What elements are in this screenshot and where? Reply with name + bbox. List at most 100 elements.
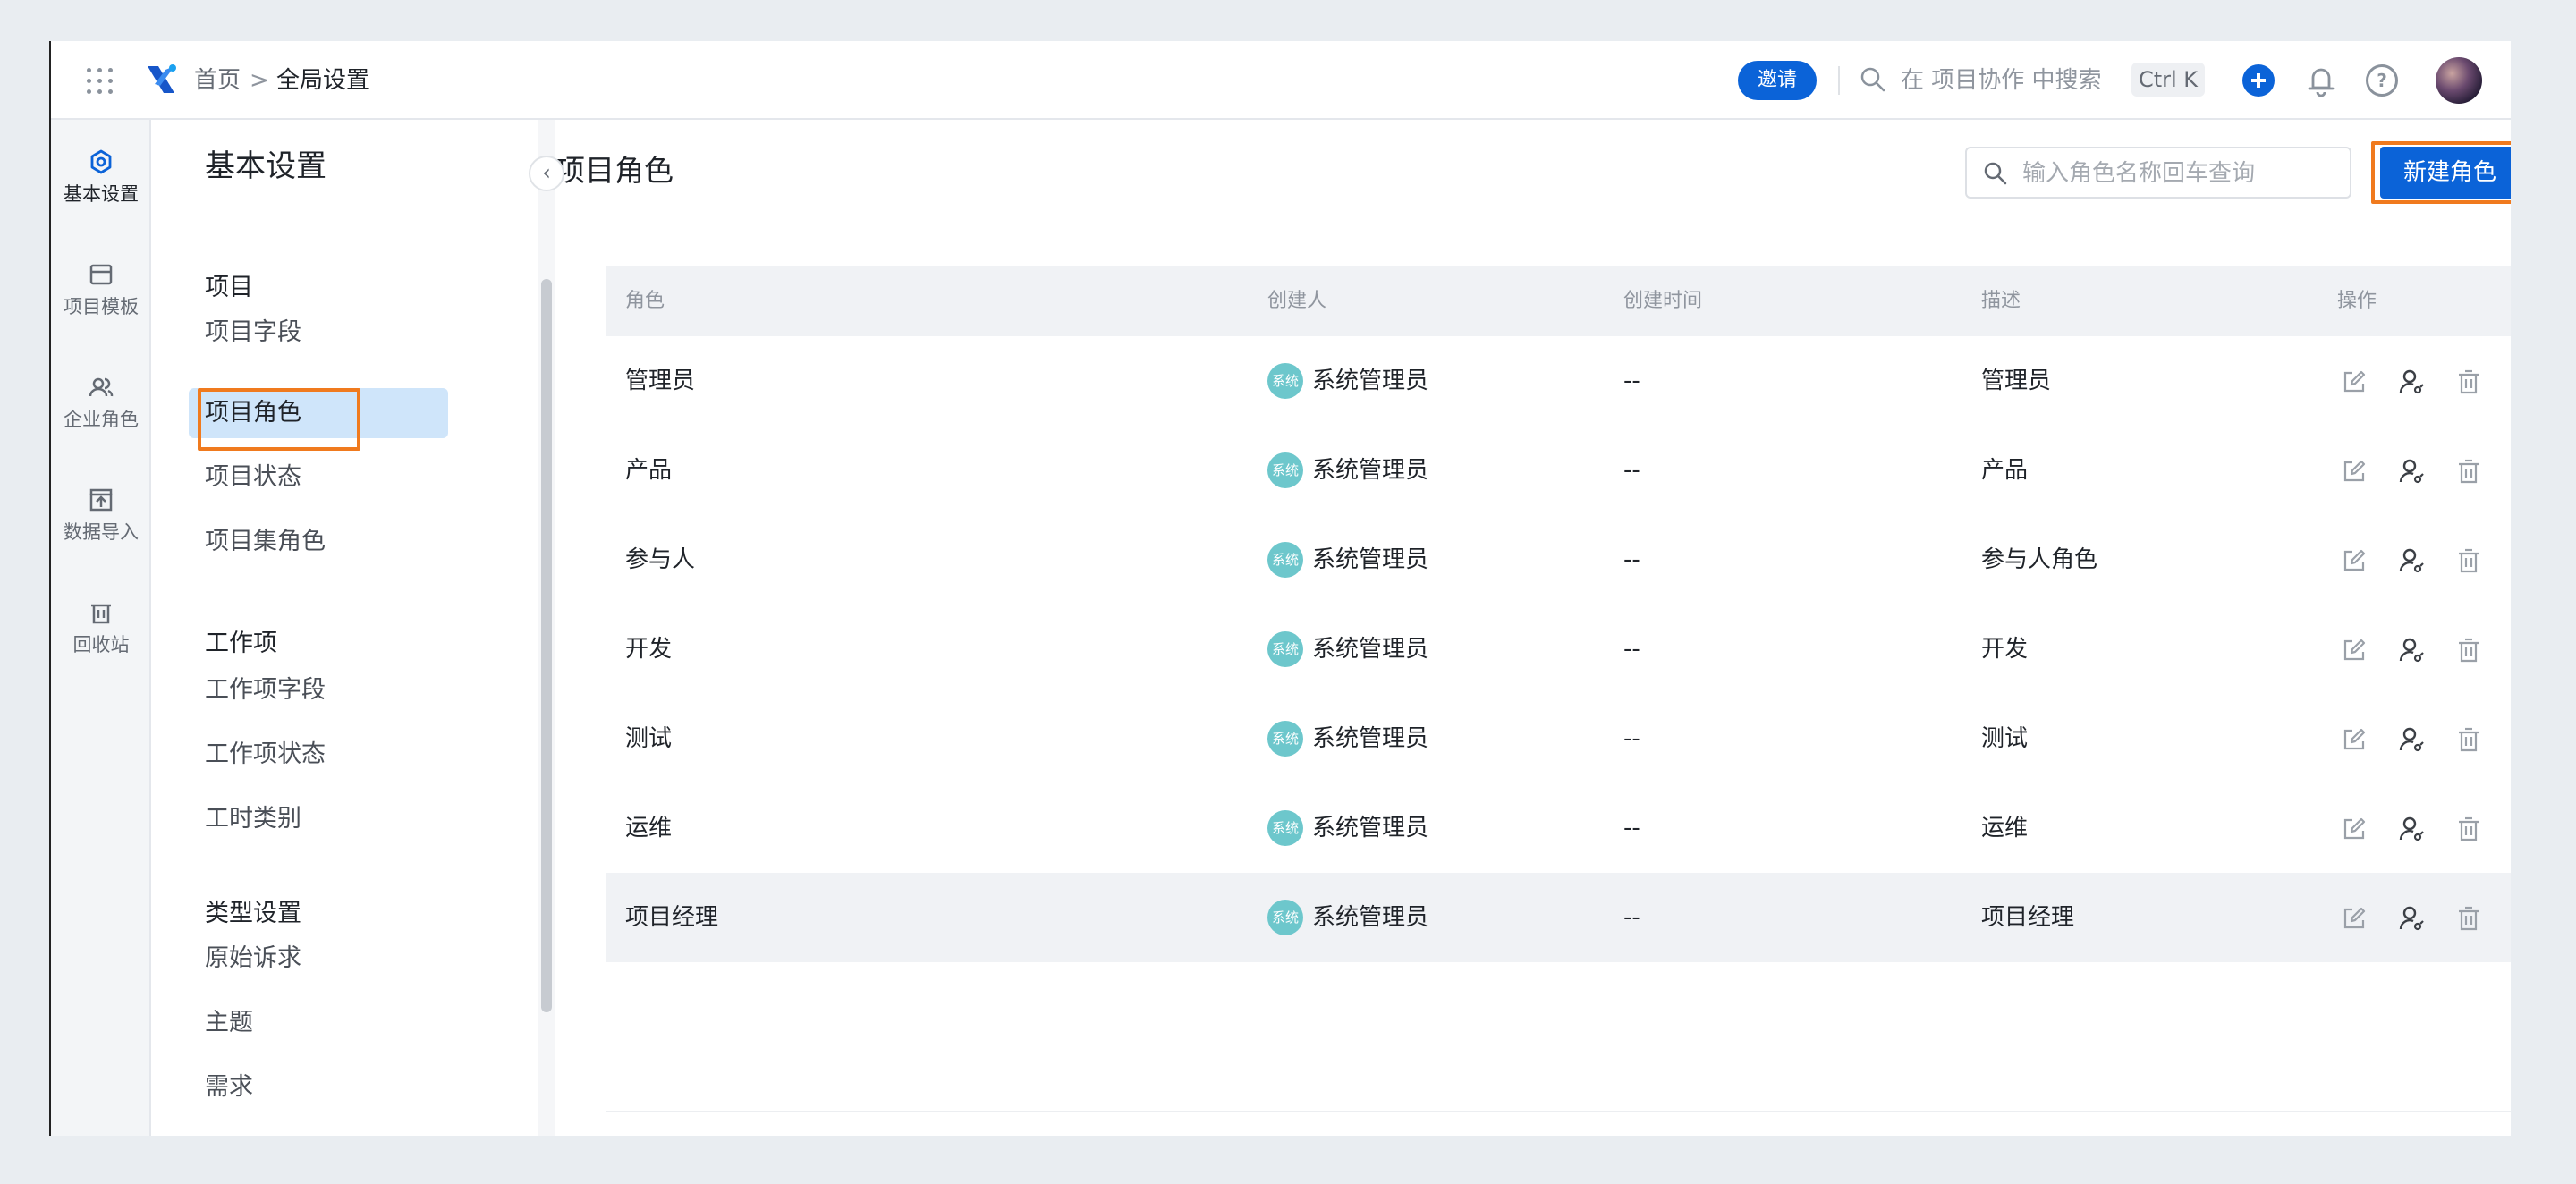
column-header-created-time: 创建时间 [1623, 290, 1703, 312]
delete-icon[interactable] [2455, 726, 2482, 753]
help-icon[interactable]: ? [2366, 64, 2398, 97]
table-row[interactable]: 运维 系统 系统管理员 -- 运维 [606, 783, 2511, 873]
app-window: 首页 > 全局设置 邀请 在 项目协作 中搜索 Ctrl K ? 基本设置 项目… [49, 41, 2511, 1136]
edit-icon[interactable] [2341, 905, 2368, 932]
member-settings-icon[interactable] [2398, 368, 2425, 395]
nav-item-original-request[interactable]: 原始诉求 [189, 934, 448, 984]
edit-icon[interactable] [2341, 726, 2368, 753]
rail-item-basic-settings[interactable]: 基本设置 [51, 148, 151, 206]
created-time: -- [1623, 904, 1640, 931]
table-row[interactable]: 管理员 系统 系统管理员 -- 管理员 [606, 336, 2511, 426]
role-search-input[interactable] [2022, 156, 2335, 191]
nav-scrollbar-thumb[interactable] [541, 279, 552, 1012]
edit-icon[interactable] [2341, 368, 2368, 395]
role-name: 开发 [625, 636, 673, 663]
table-row[interactable]: 开发 系统 系统管理员 -- 开发 [606, 605, 2511, 694]
nav-item-requirement[interactable]: 需求 [189, 1062, 448, 1112]
role-name: 测试 [625, 725, 673, 752]
table-body: 管理员 系统 系统管理员 -- 管理员 产品 系统 系统管理员 -- 产品 参与… [606, 336, 2511, 962]
new-role-button[interactable]: 新建角色 [2380, 147, 2511, 199]
member-settings-icon[interactable] [2398, 458, 2425, 485]
delete-icon[interactable] [2455, 637, 2482, 664]
create-plus-button[interactable] [2242, 64, 2275, 97]
rail-item-label: 企业角色 [64, 409, 139, 430]
column-header-description: 描述 [1981, 290, 2021, 312]
trash-icon [91, 604, 111, 624]
breadcrumb-separator-icon: > [250, 67, 269, 94]
role-description: 项目经理 [1981, 904, 2075, 931]
bell-icon[interactable] [2305, 63, 2337, 98]
member-settings-icon[interactable] [2398, 816, 2425, 842]
nav-item-work-item-fields[interactable]: 工作项字段 [189, 665, 448, 715]
nav-item-project-status[interactable]: 项目状态 [189, 452, 448, 503]
role-name: 产品 [625, 457, 673, 484]
delete-icon[interactable] [2455, 368, 2482, 395]
table-row[interactable]: 项目经理 系统 系统管理员 -- 项目经理 [606, 873, 2511, 962]
role-description: 参与人角色 [1981, 546, 2098, 573]
nav-item-topic[interactable]: 主题 [189, 998, 448, 1048]
table-row[interactable]: 产品 系统 系统管理员 -- 产品 [606, 426, 2511, 515]
member-settings-icon[interactable] [2398, 547, 2425, 574]
created-time: -- [1623, 636, 1640, 663]
left-rail: 基本设置 项目模板 企业角色 数据导入 回收站 [51, 120, 151, 1136]
column-header-role: 角色 [625, 290, 665, 312]
main-content: 项目角色 新建角色 角色 创建人 创建时间 描述 操作 管理员 系统 系统管理员… [555, 120, 2511, 1136]
role-description: 管理员 [1981, 368, 2052, 394]
rail-item-label: 回收站 [72, 634, 130, 655]
rail-item-enterprise-roles[interactable]: 企业角色 [51, 374, 151, 431]
delete-icon[interactable] [2455, 458, 2482, 485]
role-name: 项目经理 [625, 904, 719, 931]
creator-name: 系统管理员 [1312, 815, 1429, 841]
created-time: -- [1623, 546, 1640, 573]
creator-name: 系统管理员 [1312, 546, 1429, 573]
created-time: -- [1623, 457, 1640, 484]
member-settings-icon[interactable] [2398, 905, 2425, 932]
template-icon [89, 264, 113, 285]
role-name: 参与人 [625, 546, 696, 573]
edit-icon[interactable] [2341, 547, 2368, 574]
edit-icon[interactable] [2341, 637, 2368, 664]
creator-avatar: 系统 [1267, 900, 1303, 935]
member-settings-icon[interactable] [2398, 726, 2425, 753]
delete-icon[interactable] [2455, 905, 2482, 932]
collapse-nav-button[interactable]: ‹ [529, 156, 564, 191]
member-settings-icon[interactable] [2398, 637, 2425, 664]
delete-icon[interactable] [2455, 816, 2482, 842]
invite-button[interactable]: 邀请 [1738, 61, 1817, 100]
app-grid-icon[interactable] [87, 68, 114, 95]
rail-item-label: 项目模板 [64, 296, 139, 317]
creator-avatar: 系统 [1267, 810, 1303, 846]
rail-item-templates[interactable]: 项目模板 [51, 261, 151, 318]
rail-item-recycle-bin[interactable]: 回收站 [51, 599, 151, 656]
users-icon [89, 377, 114, 397]
column-header-actions: 操作 [2337, 290, 2377, 312]
rail-item-data-import[interactable]: 数据导入 [51, 486, 151, 544]
rail-item-label: 基本设置 [64, 183, 139, 205]
search-icon[interactable] [1860, 66, 1886, 93]
delete-icon[interactable] [2455, 547, 2482, 574]
creator-avatar: 系统 [1267, 721, 1303, 757]
creator-avatar: 系统 [1267, 631, 1303, 667]
global-search-input[interactable]: 在 项目协作 中搜索 [1901, 64, 2102, 97]
nav-highlight-box [198, 388, 360, 451]
table-header: 角色 创建人 创建时间 描述 操作 [606, 266, 2511, 336]
product-logo-icon[interactable] [144, 63, 178, 97]
nav-item-work-item-status[interactable]: 工作项状态 [189, 730, 448, 780]
created-time: -- [1623, 368, 1640, 394]
nav-item-time-categories[interactable]: 工时类别 [189, 794, 448, 844]
table-row[interactable]: 参与人 系统 系统管理员 -- 参与人角色 [606, 515, 2511, 605]
user-avatar[interactable] [2436, 57, 2482, 104]
edit-icon[interactable] [2341, 816, 2368, 842]
nav-item-program-roles[interactable]: 项目集角色 [189, 517, 448, 567]
breadcrumb-home[interactable]: 首页 [194, 64, 241, 97]
creator-avatar: 系统 [1267, 363, 1303, 399]
nav-group-type-settings: 类型设置 [205, 900, 301, 927]
search-icon [1984, 162, 2007, 185]
page-title: 项目角色 [555, 153, 674, 188]
role-name: 管理员 [625, 368, 696, 394]
edit-icon[interactable] [2341, 458, 2368, 485]
roles-table: 角色 创建人 创建时间 描述 操作 管理员 系统 系统管理员 -- 管理员 产品… [606, 266, 2511, 962]
divider [1838, 66, 1840, 95]
table-row[interactable]: 测试 系统 系统管理员 -- 测试 [606, 694, 2511, 783]
nav-item-project-fields[interactable]: 项目字段 [189, 308, 448, 358]
